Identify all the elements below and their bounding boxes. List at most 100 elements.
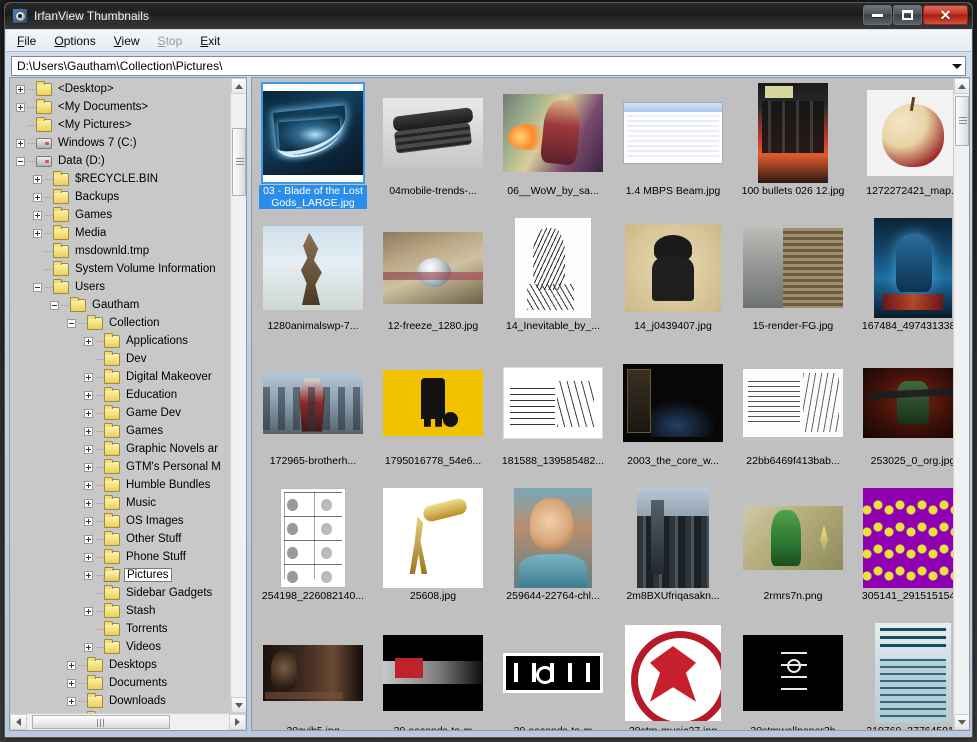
tree-horizontal-scrollbar[interactable] <box>10 713 246 730</box>
thumbnail-item[interactable]: 1.4 MBPS Beam.jpg <box>618 82 728 217</box>
thumbnail-image-box[interactable] <box>261 82 365 184</box>
tree-item-desktops[interactable]: Desktops <box>10 656 232 674</box>
thumbnail-image-box[interactable] <box>861 622 965 724</box>
tree-item-phone-stuff[interactable]: Phone Stuff <box>10 548 232 566</box>
tree-item-msdownld-tmp[interactable]: msdownld.tmp <box>10 242 232 260</box>
thumbnail-item[interactable]: 12-freeze_1280.jpg <box>378 217 488 352</box>
collapse-toggle-icon[interactable] <box>16 156 25 166</box>
tree-item-digital-makeover[interactable]: Digital Makeover <box>10 368 232 386</box>
tree-item-applications[interactable]: Applications <box>10 332 232 350</box>
expand-toggle-icon[interactable] <box>16 84 25 94</box>
tree-item-music[interactable]: Music <box>10 494 232 512</box>
thumbnail-item[interactable]: 1272272421_map... <box>858 82 968 217</box>
tree-item-os-images[interactable]: OS Images <box>10 512 232 530</box>
collapse-toggle-icon[interactable] <box>33 282 42 292</box>
expand-toggle-icon[interactable] <box>67 696 76 706</box>
address-bar[interactable]: D:\Users\Gautham\Collection\Pictures\ <box>11 56 966 76</box>
thumbnail-item[interactable]: 100 bullets 026 12.jpg <box>738 82 848 217</box>
expand-toggle-icon[interactable] <box>84 606 93 616</box>
thumbnail-image-box[interactable] <box>381 352 485 454</box>
thumbnail-item[interactable]: 14_j0439407.jpg <box>618 217 728 352</box>
thumbnail-image-box[interactable] <box>861 82 965 184</box>
tree-item-backups[interactable]: Backups <box>10 188 232 206</box>
minimize-button[interactable] <box>863 5 892 25</box>
expand-toggle-icon[interactable] <box>84 408 93 418</box>
tree-item-windows-7-c[interactable]: Windows 7 (C:) <box>10 134 232 152</box>
thumbnail-item[interactable]: 30cvib5.jpg <box>258 622 368 730</box>
close-button[interactable]: ✕ <box>923 5 968 25</box>
chevron-down-icon[interactable] <box>949 57 965 75</box>
expand-toggle-icon[interactable] <box>84 480 93 490</box>
expand-toggle-icon[interactable] <box>84 372 93 382</box>
tree-item-sidebar-gadgets[interactable]: Sidebar Gadgets <box>10 584 232 602</box>
thumbnail-item[interactable]: 305141_291515154... <box>858 487 968 622</box>
thumbnail-image-box[interactable] <box>261 217 365 319</box>
menu-exit[interactable]: Exit <box>191 31 229 51</box>
tree-item-my-pictures[interactable]: <My Pictures> <box>10 116 232 134</box>
thumbnail-image-box[interactable] <box>381 622 485 724</box>
thumbnail-image-box[interactable] <box>501 352 605 454</box>
thumbnail-image-box[interactable] <box>861 352 965 454</box>
thumbnail-item[interactable]: 30stm-music27.jpg <box>618 622 728 730</box>
tree-item-desktop[interactable]: <Desktop> <box>10 80 232 98</box>
thumbnail-image-box[interactable] <box>861 217 965 319</box>
expand-toggle-icon[interactable] <box>33 228 42 238</box>
tree-item-dev[interactable]: Dev <box>10 350 232 368</box>
thumbnail-vertical-scrollbar[interactable] <box>953 78 969 730</box>
thumbnail-item[interactable]: 1795016778_54e6... <box>378 352 488 487</box>
maximize-button[interactable] <box>893 5 922 25</box>
thumbnail-image-box[interactable] <box>741 487 845 589</box>
thumbnail-item[interactable]: 181588_139585482... <box>498 352 608 487</box>
thumbnail-item[interactable]: 06__WoW_by_sa... <box>498 82 608 217</box>
tree-scroll-thumb[interactable] <box>232 128 246 196</box>
thumbnail-item[interactable]: 30-seconds-to-m <box>378 622 488 730</box>
expand-toggle-icon[interactable] <box>84 498 93 508</box>
thumbnail-item[interactable]: 03 - Blade of the Lost Gods_LARGE.jpg <box>258 82 368 217</box>
expand-toggle-icon[interactable] <box>84 336 93 346</box>
thumbnail-image-box[interactable] <box>741 352 845 454</box>
thumbnail-image-box[interactable] <box>261 622 365 724</box>
tree-scroll-left-button[interactable] <box>10 714 27 730</box>
tree-item-graphic-novels-ar[interactable]: Graphic Novels ar <box>10 440 232 458</box>
thumbnail-image-box[interactable] <box>621 487 725 589</box>
expand-toggle-icon[interactable] <box>67 660 76 670</box>
menu-options[interactable]: Options <box>45 31 104 51</box>
thumbnail-item[interactable]: 2rmrs7n.png <box>738 487 848 622</box>
tree-item-data-d[interactable]: Data (D:) <box>10 152 232 170</box>
thumbnail-image-box[interactable] <box>381 487 485 589</box>
thumbnail-image-box[interactable] <box>381 217 485 319</box>
tree-item-users[interactable]: Users <box>10 278 232 296</box>
menu-file[interactable]: File <box>8 31 45 51</box>
expand-toggle-icon[interactable] <box>84 534 93 544</box>
collapse-toggle-icon[interactable] <box>67 318 76 328</box>
expand-toggle-icon[interactable] <box>16 138 25 148</box>
tree-item-recycle-bin[interactable]: $RECYCLE.BIN <box>10 170 232 188</box>
thumbnail-image-box[interactable] <box>501 622 605 724</box>
thumbnail-item[interactable]: 15-render-FG.jpg <box>738 217 848 352</box>
tree-item-games[interactable]: Games <box>10 206 232 224</box>
tree-scroll-right-button[interactable] <box>229 714 246 730</box>
expand-toggle-icon[interactable] <box>84 516 93 526</box>
thumbs-scroll-thumb[interactable] <box>955 96 969 146</box>
tree-item-other-stuff[interactable]: Other Stuff <box>10 530 232 548</box>
expand-toggle-icon[interactable] <box>84 642 93 652</box>
tree-scroll-up-button[interactable] <box>231 78 246 94</box>
tree-scroll-down-button[interactable] <box>231 697 246 713</box>
thumbnail-image-box[interactable] <box>501 487 605 589</box>
tree-item-torrents[interactable]: Torrents <box>10 620 232 638</box>
expand-toggle-icon[interactable] <box>33 174 42 184</box>
thumbnail-image-box[interactable] <box>741 217 845 319</box>
thumbnail-item[interactable]: 30-seconds-to-m <box>498 622 608 730</box>
expand-toggle-icon[interactable] <box>84 444 93 454</box>
expand-toggle-icon[interactable] <box>33 192 42 202</box>
thumbnail-image-box[interactable] <box>741 82 845 184</box>
thumbnail-item[interactable]: 254198_226082140... <box>258 487 368 622</box>
expand-toggle-icon[interactable] <box>84 552 93 562</box>
tree-item-stash[interactable]: Stash <box>10 602 232 620</box>
thumbnail-image-box[interactable] <box>261 487 365 589</box>
thumbs-scroll-down-button[interactable] <box>954 714 969 730</box>
tree-item-my-documents[interactable]: <My Documents> <box>10 98 232 116</box>
tree-item-humble-bundles[interactable]: Humble Bundles <box>10 476 232 494</box>
expand-toggle-icon[interactable] <box>67 678 76 688</box>
expand-toggle-icon[interactable] <box>84 570 93 580</box>
